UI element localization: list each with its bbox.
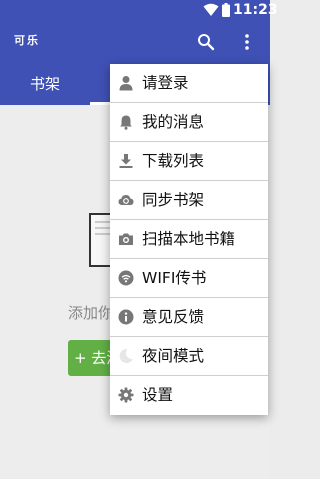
menu-item-sync-bookshelf[interactable]: 同步书架 bbox=[110, 181, 268, 220]
app-bar: 可乐 bbox=[0, 21, 270, 63]
more-options-icon[interactable] bbox=[240, 33, 254, 51]
menu-item-feedback[interactable]: 意见反馈 bbox=[110, 298, 268, 337]
battery-icon bbox=[222, 3, 230, 17]
app-logo: 可乐 bbox=[14, 34, 40, 47]
menu-item-night-mode[interactable]: 夜间模式 bbox=[110, 337, 268, 376]
menu-item-label: 夜间模式 bbox=[142, 347, 205, 365]
info-icon bbox=[118, 309, 134, 325]
cloud-sync-icon bbox=[118, 195, 134, 205]
menu-item-label: WIFI传书 bbox=[142, 269, 207, 287]
gear-icon bbox=[118, 387, 134, 403]
camera-icon bbox=[119, 233, 133, 245]
user-icon bbox=[119, 76, 133, 91]
menu-item-messages[interactable]: 我的消息 bbox=[110, 103, 268, 142]
moon-icon bbox=[119, 348, 133, 363]
menu-item-label: 请登录 bbox=[142, 74, 189, 92]
menu-item-label: 意见反馈 bbox=[142, 308, 205, 326]
search-icon[interactable] bbox=[197, 33, 215, 51]
empty-state-message: 添加你 bbox=[68, 304, 114, 322]
overflow-menu: 请登录 我的消息 下载列表 同步书架 扫描本地书籍 WIFI传书 意见反馈 夜间… bbox=[110, 64, 268, 415]
bell-icon bbox=[120, 115, 132, 130]
menu-item-settings[interactable]: 设置 bbox=[110, 376, 268, 415]
wifi-icon bbox=[118, 270, 134, 286]
menu-item-label: 下载列表 bbox=[142, 152, 205, 170]
menu-item-label: 扫描本地书籍 bbox=[142, 230, 236, 248]
menu-item-wifi-transfer[interactable]: WIFI传书 bbox=[110, 259, 268, 298]
tab-bookshelf[interactable]: 书架 bbox=[0, 63, 90, 105]
status-bar: 11:23 bbox=[0, 0, 278, 21]
status-time: 11:23 bbox=[233, 2, 278, 18]
menu-item-login[interactable]: 请登录 bbox=[110, 64, 268, 103]
wifi-signal-icon bbox=[203, 3, 219, 16]
menu-item-label: 设置 bbox=[142, 386, 174, 404]
menu-item-label: 我的消息 bbox=[142, 113, 205, 131]
menu-item-label: 同步书架 bbox=[142, 191, 205, 209]
download-icon bbox=[119, 154, 133, 168]
menu-item-scan-local-books[interactable]: 扫描本地书籍 bbox=[110, 220, 268, 259]
menu-item-downloads[interactable]: 下载列表 bbox=[110, 142, 268, 181]
